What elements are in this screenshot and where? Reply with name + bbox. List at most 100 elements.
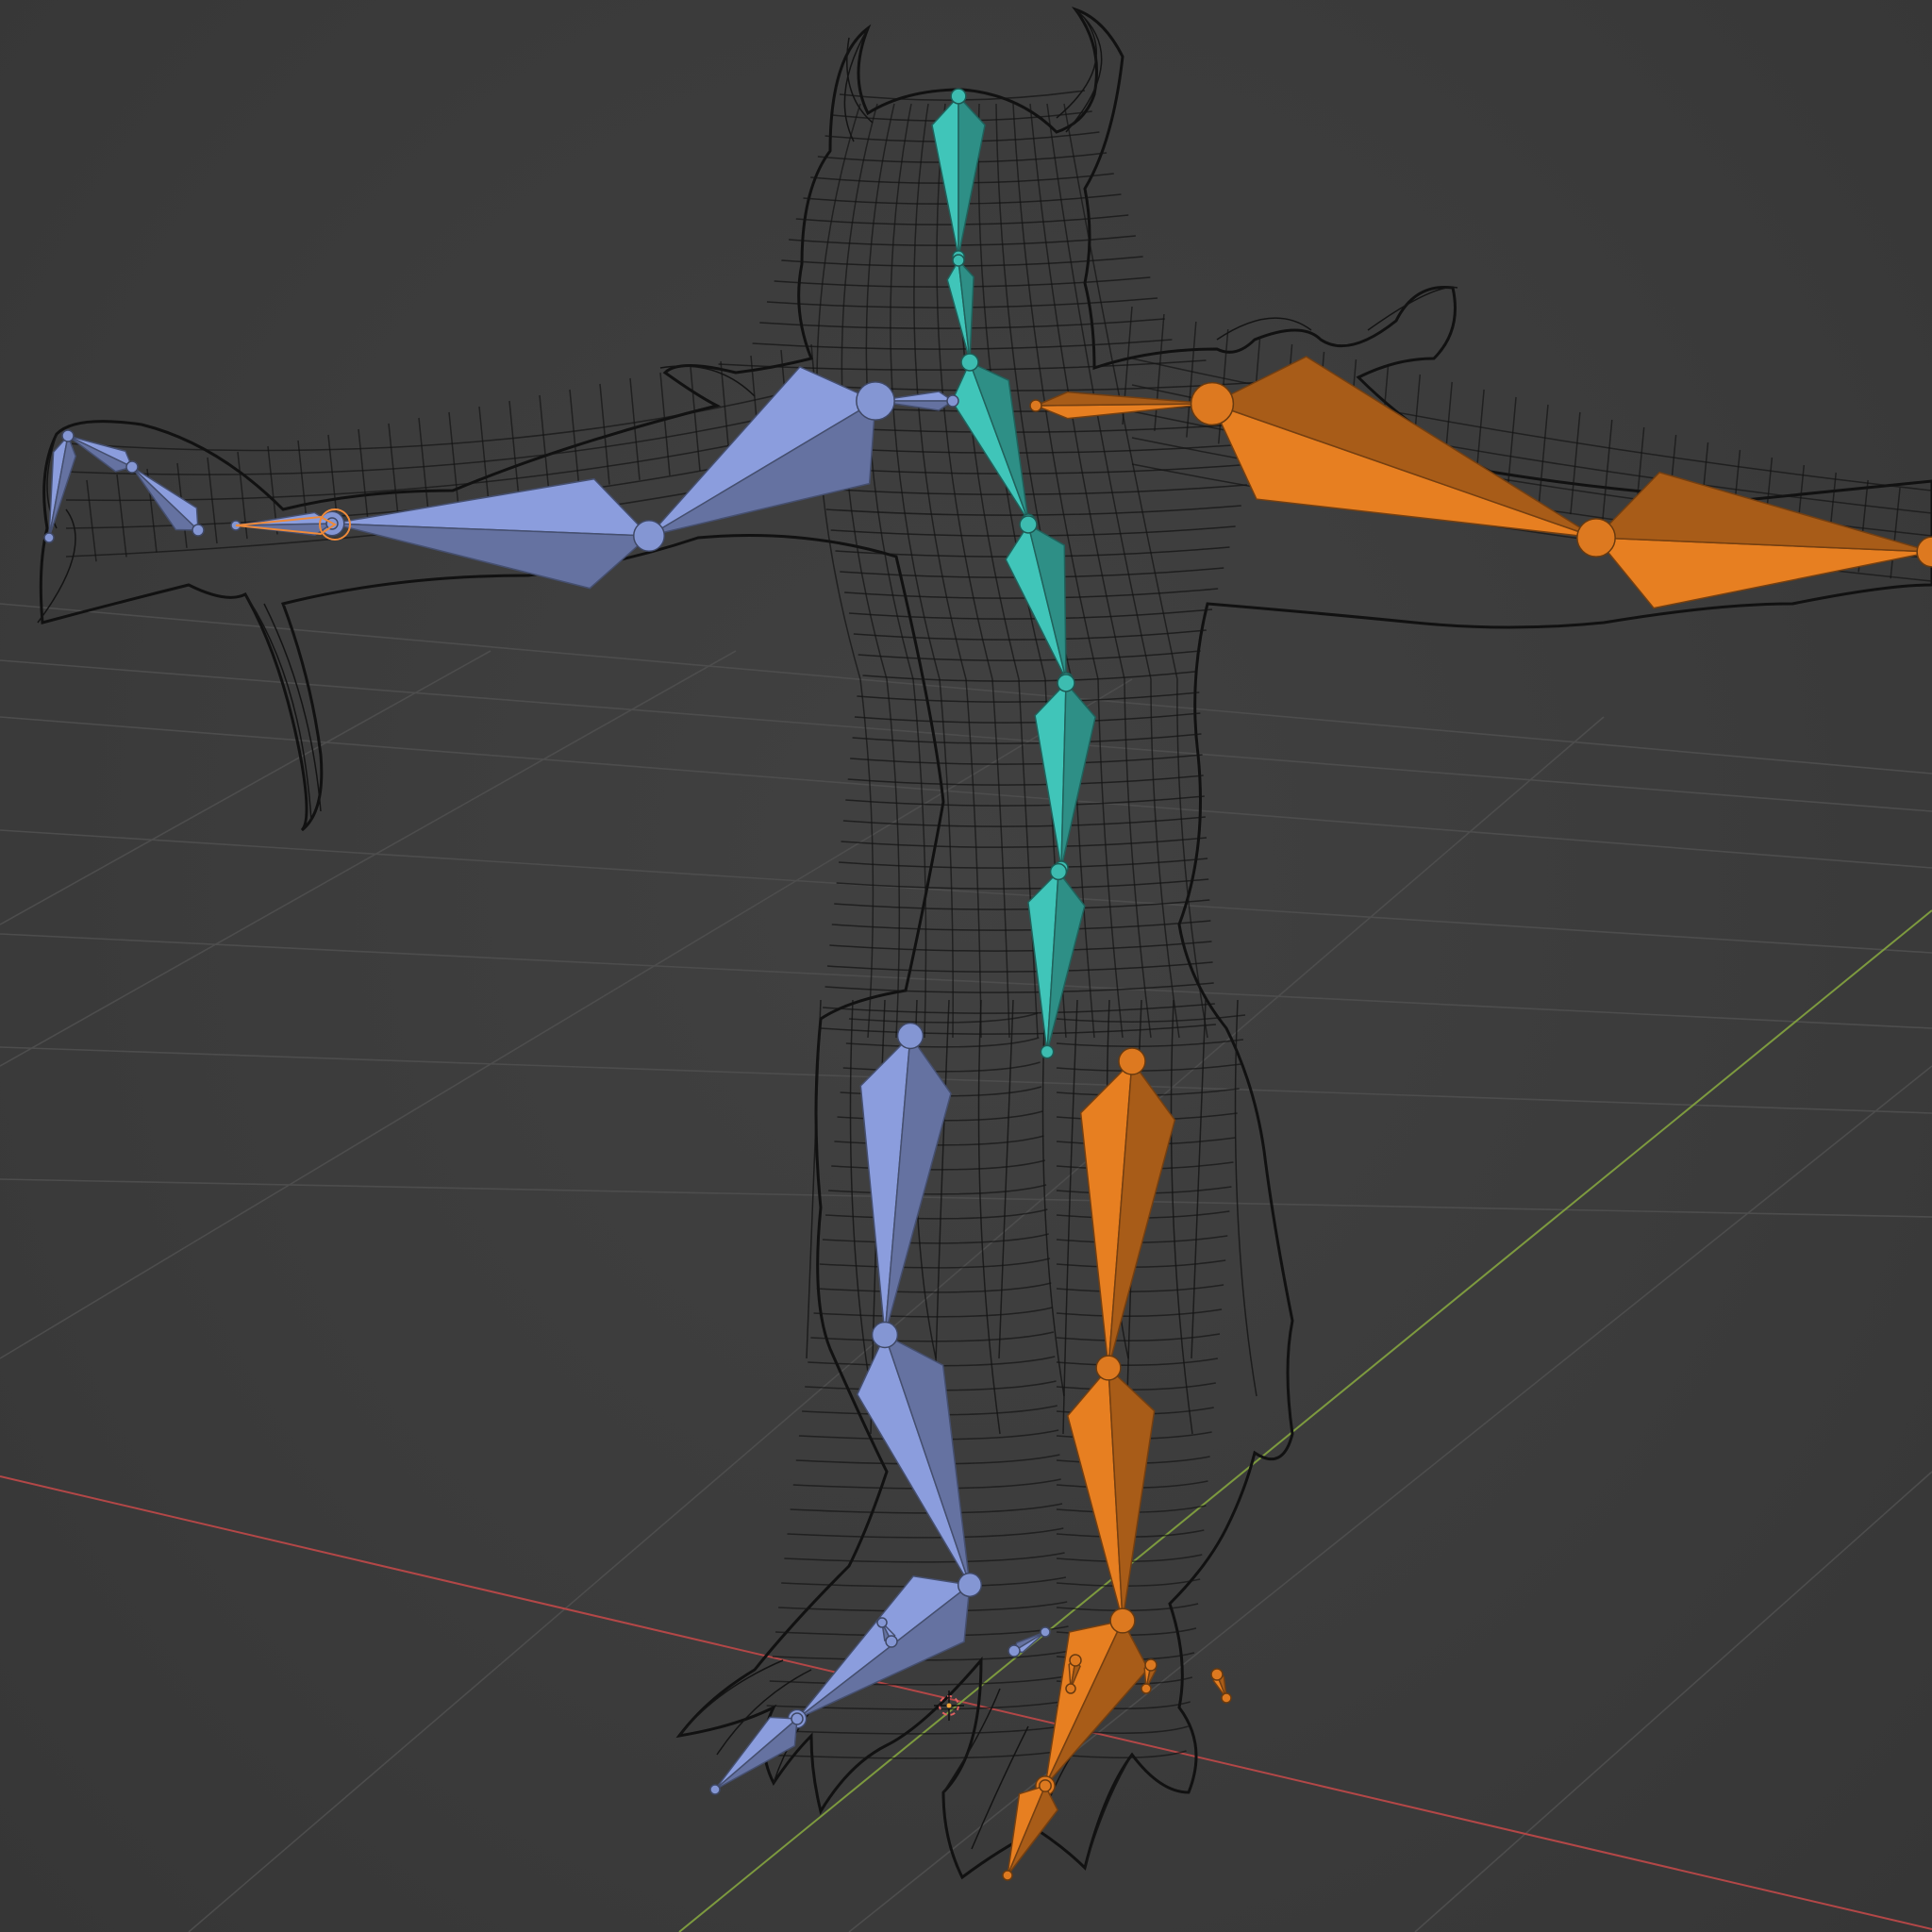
- mesh-edge: [1538, 404, 1549, 508]
- mesh-edge: [813, 1307, 1053, 1318]
- bone-foot-r[interactable]: [1035, 1607, 1149, 1796]
- bone-shin-l[interactable]: [856, 1321, 981, 1596]
- bone-foot-l-head-joint[interactable]: [957, 1572, 983, 1598]
- bone-shin-r-head-joint[interactable]: [1095, 1355, 1122, 1381]
- bone-shin-l-head-joint[interactable]: [871, 1321, 899, 1349]
- mesh-edge: [831, 920, 1211, 931]
- bone-upper-arm-r[interactable]: [1190, 356, 1614, 556]
- bone-spine-upper-head-joint[interactable]: [1019, 515, 1038, 534]
- bone-chest-head-joint[interactable]: [960, 353, 979, 372]
- mesh-edge: [1041, 999, 1065, 1397]
- bone-shoulder-r-face-b: [1035, 391, 1213, 407]
- mesh-edge: [690, 366, 701, 472]
- mesh-edge: [1056, 1284, 1224, 1292]
- bone-hips-head-joint[interactable]: [1049, 862, 1068, 881]
- 3d-cursor-icon[interactable]: [934, 1690, 964, 1721]
- bone-head-face-b: [958, 94, 986, 258]
- bone-forearm-r-tail-joint[interactable]: [1916, 536, 1932, 568]
- mesh-edge: [821, 484, 1248, 495]
- bone-ik-r-head-joint[interactable]: [1210, 1668, 1224, 1681]
- mesh-edge: [845, 1037, 1040, 1048]
- bone-forearm-r-head-joint[interactable]: [1576, 518, 1616, 558]
- mesh-edge: [828, 1184, 1047, 1195]
- bone-ik-r-2-head-joint[interactable]: [1144, 1658, 1158, 1672]
- bone-toe-r-head-joint[interactable]: [1039, 1779, 1052, 1792]
- bone-heel-l-head-joint[interactable]: [885, 1635, 898, 1648]
- grid-line: [0, 678, 1133, 1359]
- mesh-edge: [1056, 8, 1103, 133]
- viewport-scene[interactable]: [0, 0, 1932, 1932]
- grid-line: [0, 603, 1932, 774]
- bone-spine[interactable]: [1034, 674, 1096, 875]
- mesh-edge: [418, 417, 429, 512]
- bone-thumb-l-tail-joint[interactable]: [43, 532, 55, 543]
- mesh-edge: [207, 457, 218, 544]
- armature[interactable]: [43, 88, 1932, 1881]
- bone-heel-r-head-joint[interactable]: [1069, 1654, 1082, 1667]
- bone-heel-l-tail-joint[interactable]: [876, 1617, 888, 1628]
- grid-line: [0, 650, 737, 1067]
- bone-finger-l-1-head-joint[interactable]: [192, 524, 205, 537]
- bone-head[interactable]: [931, 88, 986, 263]
- mesh-edge: [831, 1159, 1045, 1171]
- 3d-viewport[interactable]: [0, 0, 1932, 1932]
- bone-toe-l-head-joint[interactable]: [791, 1712, 804, 1725]
- bone-upper-arm-l[interactable]: [633, 365, 895, 552]
- bone-head-face-a: [931, 94, 959, 258]
- bone-shin-r[interactable]: [1066, 1355, 1156, 1631]
- bone-toe-l-tail-joint[interactable]: [709, 1784, 721, 1795]
- y-axis-line: [678, 909, 1932, 1932]
- mesh-edge: [1056, 1308, 1223, 1317]
- mesh-edge: [787, 1527, 1064, 1539]
- bone-thigh-l-head-joint[interactable]: [896, 1022, 924, 1050]
- grid-line: [0, 650, 491, 925]
- mesh-edge: [820, 1024, 1216, 1035]
- mesh-edge: [1890, 487, 1901, 579]
- mesh-edge: [508, 400, 520, 499]
- grid-line: [0, 829, 1932, 954]
- mesh-edge: [478, 406, 490, 503]
- mesh-edge: [849, 999, 873, 1397]
- bone-head-head-joint[interactable]: [950, 88, 967, 105]
- bone-chest[interactable]: [951, 353, 1036, 528]
- mesh-edge: [1234, 999, 1257, 1397]
- mesh-edge: [539, 394, 550, 494]
- bone-ik-r[interactable]: [1210, 1668, 1232, 1704]
- bone-toe-r[interactable]: [1002, 1779, 1058, 1881]
- bone-thumb-l-head-joint[interactable]: [61, 429, 75, 442]
- bone-upper-arm-l-head-joint[interactable]: [856, 381, 895, 421]
- bone-finger-l-2-head-joint[interactable]: [125, 460, 139, 474]
- grid-line: [0, 933, 1932, 1029]
- bone-heel-r-tail-joint[interactable]: [1065, 1683, 1076, 1694]
- bone-forearm-l-head-joint[interactable]: [633, 520, 665, 552]
- mesh-edge: [853, 629, 1207, 641]
- mesh-edge: [1056, 1382, 1216, 1391]
- grid-line: [188, 716, 1605, 1932]
- bone-foot-l[interactable]: [787, 1572, 983, 1729]
- bone-foot-r-head-joint[interactable]: [1109, 1607, 1136, 1634]
- mesh-edge: [1186, 321, 1197, 438]
- bone-ik-r-tail-joint[interactable]: [1221, 1692, 1232, 1704]
- mesh-edge: [825, 505, 1241, 516]
- bone-neck-head-joint[interactable]: [952, 254, 965, 267]
- mesh-edge: [1056, 1039, 1244, 1047]
- bone-thigh-r-head-joint[interactable]: [1118, 1047, 1146, 1075]
- bone-shoulder-r-head-joint[interactable]: [1029, 399, 1042, 412]
- mesh-edge: [569, 389, 580, 490]
- bone-finger-l-1-face-b: [131, 466, 200, 531]
- bone-hips-tail-joint[interactable]: [1040, 1044, 1055, 1059]
- bone-shoulder-l-head-joint[interactable]: [946, 394, 959, 408]
- mesh-edge: [824, 1208, 1048, 1220]
- bone-spine-head-joint[interactable]: [1057, 674, 1075, 692]
- grid-line: [0, 716, 1932, 869]
- bone-ik-r-2-tail-joint[interactable]: [1141, 1683, 1152, 1694]
- bone-ik-l-tail-joint[interactable]: [1040, 1626, 1051, 1638]
- bone-thumb-l[interactable]: [43, 429, 76, 543]
- mesh-edge: [86, 479, 97, 562]
- character-wireframe-mesh[interactable]: [37, 7, 1932, 1880]
- bone-toe-r-tail-joint[interactable]: [1002, 1870, 1013, 1881]
- mesh-edge: [1154, 313, 1165, 431]
- bone-upper-arm-r-head-joint[interactable]: [1190, 381, 1235, 426]
- bone-ik-l-head-joint[interactable]: [1008, 1644, 1021, 1657]
- mesh-edge: [816, 1282, 1052, 1293]
